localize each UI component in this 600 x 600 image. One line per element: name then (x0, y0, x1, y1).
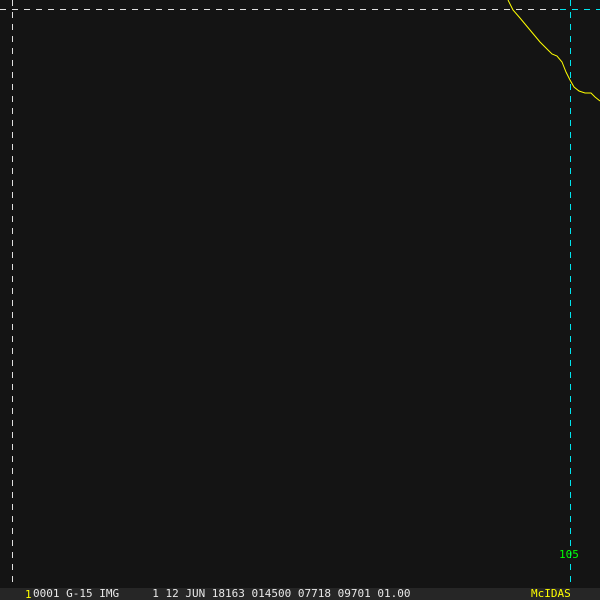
longitude-label: 105 (559, 548, 579, 561)
mcidas-brand: McIDAS (531, 587, 571, 600)
map-overlay (0, 0, 600, 588)
image-info-text: 0001 G-15 IMG 1 12 JUN 18163 014500 0771… (33, 587, 411, 600)
image-status-bar: 1 0001 G-15 IMG 1 12 JUN 18163 014500 07… (0, 588, 600, 600)
coastline (507, 0, 600, 102)
satellite-image-display: 105 1 0001 G-15 IMG 1 12 JUN 18163 01450… (0, 0, 600, 600)
frame-number: 1 (25, 588, 32, 600)
